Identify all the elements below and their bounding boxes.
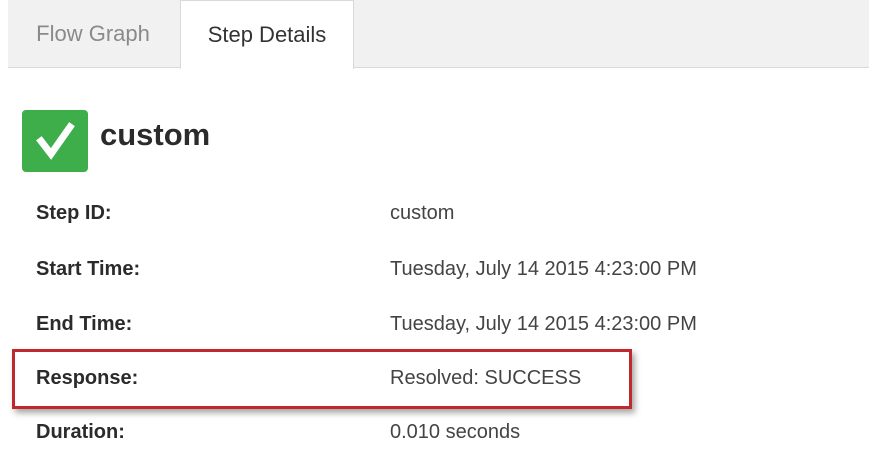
duration-value: 0.010 seconds	[390, 421, 521, 443]
detail-row-end-time: End Time: Tuesday, July 14 2015 4:23:00 …	[36, 313, 836, 343]
tab-step-details[interactable]: Step Details	[180, 0, 354, 69]
duration-label: Duration:	[36, 421, 125, 443]
step-details-panel: Flow Graph Step Details custom Step ID: …	[0, 0, 869, 454]
detail-row-step-id: Step ID: custom	[36, 202, 836, 232]
end-time-value: Tuesday, July 14 2015 4:23:00 PM	[390, 313, 697, 335]
tab-flow-graph[interactable]: Flow Graph	[8, 0, 178, 68]
start-time-value: Tuesday, July 14 2015 4:23:00 PM	[390, 258, 697, 280]
end-time-label: End Time:	[36, 313, 133, 335]
response-label: Response:	[36, 367, 139, 389]
detail-row-duration: Duration: 0.010 seconds	[36, 421, 836, 451]
step-header: custom	[22, 110, 210, 172]
tab-step-details-label: Step Details	[207, 22, 327, 47]
detail-row-response: Response: Resolved: SUCCESS	[36, 367, 836, 397]
step-id-label: Step ID:	[36, 202, 112, 224]
step-id-value: custom	[390, 202, 455, 224]
check-icon	[22, 110, 88, 172]
start-time-label: Start Time:	[36, 258, 141, 280]
step-title: custom	[100, 117, 211, 152]
detail-row-start-time: Start Time: Tuesday, July 14 2015 4:23:0…	[36, 258, 836, 288]
tab-flow-graph-label: Flow Graph	[36, 21, 150, 46]
tab-bar: Flow Graph Step Details	[8, 0, 869, 69]
response-value: Resolved: SUCCESS	[390, 367, 582, 389]
